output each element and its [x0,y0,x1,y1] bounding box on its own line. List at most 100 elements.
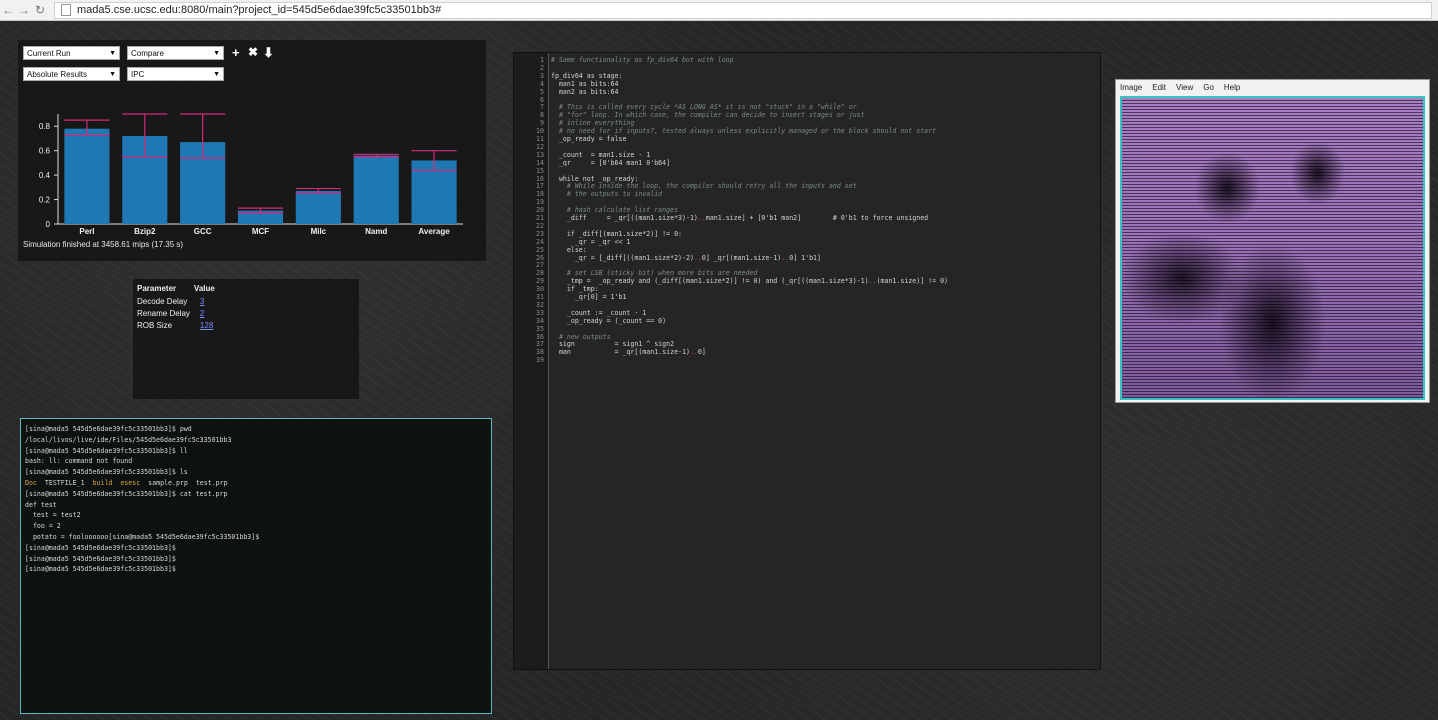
results-type-select[interactable]: Absolute Results ▼ [23,67,120,81]
results-panel: Current Run ▼ Compare ▼ + ✖ ⬇ Absolute Res… [18,40,486,261]
chevron-down-icon: ▼ [213,50,220,57]
range-operator: .. [868,277,877,286]
line-number: 29 [536,277,544,286]
code-line: _tmp = _op_ready and (_diff[(man1.size*2… [551,277,949,286]
url-bar[interactable]: mada5.cse.ucsc.edu:8080/main?project_id=… [54,1,1432,19]
param-header: Parameter [137,284,177,293]
line-number: 4 [540,79,544,88]
terminal-token: build [92,478,113,487]
code-line: man = _qr[(man1.size-1)..0] [551,348,706,357]
terminal-line: foo = 2 [25,522,61,531]
bar [295,191,341,224]
download-icon[interactable]: ⬇ [263,45,274,61]
run-select[interactable]: Current Run ▼ [23,46,120,60]
menu-help[interactable]: Help [1224,83,1240,92]
code-line: man2 as bits:64 [551,87,619,96]
terminal-line: /local/livos/live/ide/Files/545d5e6dae39… [25,435,232,444]
line-number: 23 [536,229,544,238]
code-line: _op_ready = (_count == 0) [551,316,667,325]
param-value-link[interactable]: 3 [200,297,204,306]
param-value-link[interactable]: 2 [200,309,204,318]
line-number: 17 [536,182,544,191]
table-row: Rename Delay 2 [137,307,219,319]
param-value-link[interactable]: 128 [200,321,213,330]
code-line: # inline everything [551,119,635,128]
page-icon [61,4,71,16]
line-number: 26 [536,253,544,262]
metric-select[interactable]: IPC ▼ [127,67,224,81]
y-tick-label: 0.4 [39,171,51,180]
code-editor[interactable]: 1 2 3 4 5 6 7 8 9 10 11 12 13 14 15 16 17 18 19 20 21 22 23 24 2… [513,52,1101,670]
code-line: # no need for if inputs?, tested always … [551,127,937,136]
ipc-bar-chart: 0 0.2 0.4 0.6 0.8 Perl Bzip2 GCC MCF Milc Namd Aver… [39,113,463,236]
code-line: if _tmp: [551,285,599,294]
x-tick-label: Namd [365,227,387,236]
line-number: 31 [536,293,544,301]
menu-edit[interactable]: Edit [1152,83,1166,92]
code-line: # Same functionality as fp_div64 but wit… [551,56,734,64]
add-icon[interactable]: + [232,45,240,60]
image-viewer-window: Image Edit View Go Help [1115,79,1430,403]
code-line: # the outputs to invalid [551,190,663,199]
terminal-line: Doc TESTFILE_1 build esesc sample.prp te… [25,478,487,489]
forward-icon[interactable]: → [16,3,32,17]
param-name: ROB Size [137,320,173,330]
bar [353,155,399,224]
line-number: 13 [536,150,544,159]
code-line: fp_div64 as stage: [551,71,623,80]
table-row: Decode Delay 3 [137,295,219,307]
code-line: _count := _count - 1 [551,308,647,317]
line-number: 9 [540,119,544,128]
chevron-down-icon: ▼ [109,71,116,78]
x-tick-label: Perl [79,227,94,236]
close-icon[interactable]: ✖ [248,45,258,59]
viewer-menubar: Image Edit View Go Help [1116,80,1429,94]
terminal-line: [sina@mada5 545d5e6dae39fc5c33501bb3]$ l… [25,446,188,455]
line-number: 8 [540,111,544,120]
line-number: 1 [540,56,544,64]
terminal-line: [sina@mada5 545d5e6dae39fc5c33501bb3]$ c… [25,489,228,498]
terminal-token: Doc [25,478,37,487]
bar [64,128,110,224]
range-operator: .. [689,348,698,357]
line-number: 34 [536,316,544,325]
table-row: ROB Size 128 [137,319,219,331]
code-line: if _diff[(man1.size*2)] != 0: [551,229,683,238]
menu-view[interactable]: View [1176,83,1193,92]
menu-image[interactable]: Image [1120,83,1142,92]
line-number: 28 [536,269,544,278]
line-number: 38 [536,348,544,357]
x-tick-label: Bzip2 [134,227,156,236]
code-line: _count = man1.size - 1 [551,150,651,159]
terminal-line: bash: ll: command not found [25,457,133,466]
range-operator: .. [781,253,790,262]
terminal-line: def test [25,500,57,509]
line-number: 14 [536,158,544,167]
line-number: 18 [536,190,544,199]
back-icon[interactable]: ← [0,3,16,17]
terminal-line: [sina@mada5 545d5e6dae39fc5c33501bb3]$ l… [25,468,188,477]
terminal[interactable]: [sina@mada5 545d5e6dae39fc5c33501bb3]$ p… [20,418,492,714]
code-line: # set LSB (sticky bit) when more bits ar… [551,269,758,278]
line-number: 15 [536,166,544,175]
code-line: else: [551,245,587,254]
compare-select[interactable]: Compare ▼ [127,46,224,60]
code-line: # While inside the loop, the compiler sh… [551,182,857,191]
code-line: _op_ready = false [551,135,627,143]
y-tick-label: 0 [46,220,51,229]
menu-go[interactable]: Go [1203,83,1214,92]
param-name: Decode Delay [137,296,188,306]
param-name: Rename Delay [137,308,190,318]
terminal-line: [sina@mada5 545d5e6dae39fc5c33501bb3]$ p… [25,425,192,433]
line-number: 3 [540,71,544,80]
line-number: 39 [536,356,544,365]
code-line: sign = sign1 ^ sign2 [551,340,675,349]
line-number: 22 [536,221,544,230]
line-number: 36 [536,332,544,341]
line-number: 24 [536,237,544,246]
reload-icon[interactable]: ↻ [32,3,48,17]
line-number: 11 [536,135,544,143]
terminal-token: sample.prp [148,478,188,487]
